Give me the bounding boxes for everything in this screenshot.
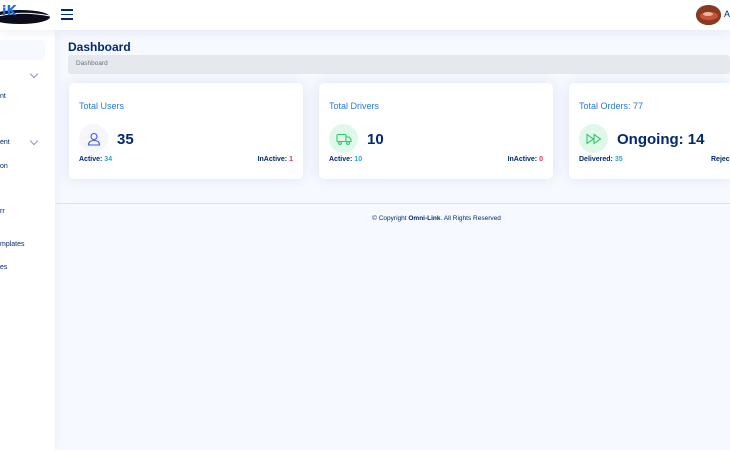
breadcrumb: Dashboard [68,55,730,74]
rejected-stat: Rejec [711,156,730,163]
logo-text: iK [2,4,17,19]
copyright-text: © Copyright [372,215,407,222]
users-card: Total Users 35 Active: 34 InActive: 1 [69,83,303,179]
stat-label: Rejec [711,156,730,163]
sidebar-item[interactable]: ent [0,139,10,146]
sidebar-item[interactable]: rr [0,208,5,215]
stat-value: 1 [289,156,293,163]
footer-divider [55,203,730,204]
user-name[interactable]: A [724,9,730,19]
stat-value: 34 [104,156,113,163]
card-title: Total Drivers [329,101,380,111]
sidebar: nt ent on rr mplates es [0,30,55,450]
truck-icon [329,124,358,153]
stat-label: Delivered: [579,156,613,163]
inactive-stat: InActive: 0 [508,156,543,163]
stat-label: InActive: [507,156,538,163]
page-title: Dashboard [68,40,131,54]
chevron-down-icon[interactable] [29,69,39,79]
footer: © Copyright Omni-Link. All Rights Reserv… [55,215,730,222]
sidebar-item[interactable]: nt [0,93,6,100]
top-header: iK A [0,0,730,30]
sidebar-item[interactable]: mplates [0,241,25,248]
card-value: 35 [117,131,134,148]
rights-text: . All Rights Reserved [440,215,501,222]
card-title: Total Users [79,101,125,111]
avatar[interactable] [696,5,721,25]
brand-name: Omni-Link [408,215,441,222]
stat-value: 0 [539,156,543,163]
menu-toggle-icon[interactable] [61,9,73,20]
sidebar-item[interactable]: es [0,264,7,271]
stat-value: 10 [354,156,363,163]
card-value: 10 [367,131,384,148]
fast-forward-icon [579,124,608,153]
active-stat: Active: 34 [79,156,112,163]
stat-label: Active: [79,156,103,163]
chevron-down-icon[interactable] [29,136,39,146]
stat-label: InActive: [257,156,288,163]
drivers-card: Total Drivers 10 Active: 10 InActive: 0 [319,83,553,179]
delivered-stat: Delivered: 35 [579,156,623,163]
inactive-stat: InActive: 1 [258,156,293,163]
user-icon [79,124,108,153]
brand-logo-icon[interactable]: iK [0,2,54,26]
active-stat: Active: 10 [329,156,362,163]
sidebar-item-dashboard[interactable] [0,40,45,60]
card-value: Ongoing: 14 [617,131,705,148]
stat-label: Active: [329,156,353,163]
breadcrumb-item[interactable]: Dashboard [76,60,108,67]
stat-value: 35 [614,156,623,163]
orders-card: Total Orders: 77 Ongoing: 14 Delivered: … [569,83,730,179]
card-title: Total Orders: 77 [579,101,644,111]
sidebar-item[interactable]: on [0,163,8,170]
